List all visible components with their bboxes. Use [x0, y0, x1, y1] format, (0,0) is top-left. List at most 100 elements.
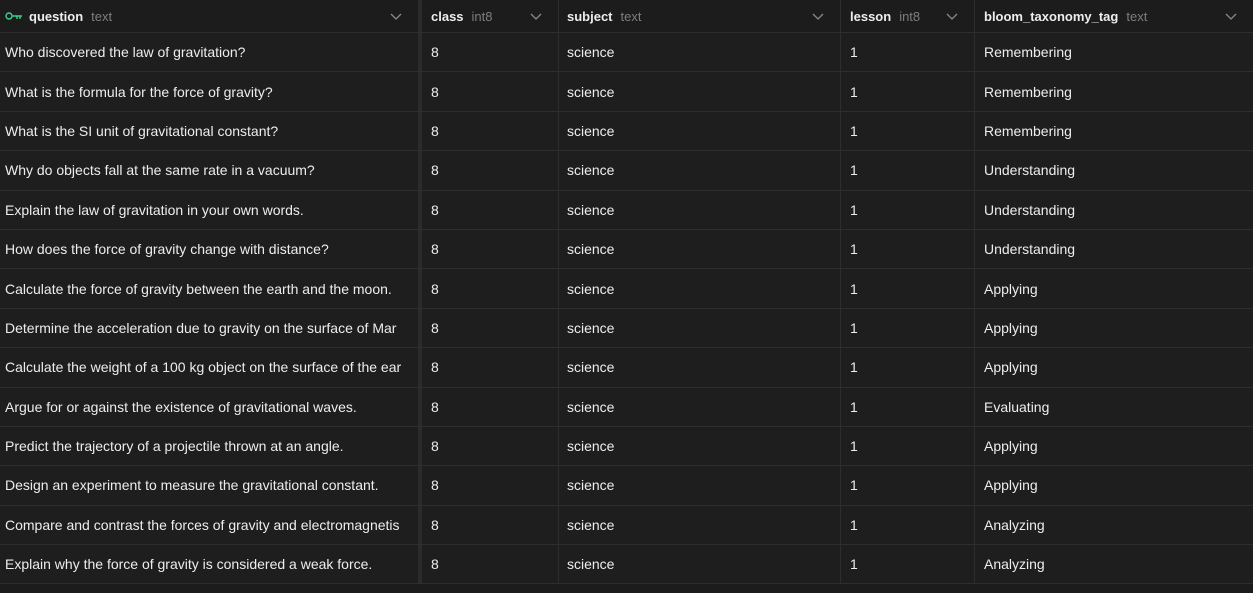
cell-question[interactable]: Explain the law of gravitation in your o… — [0, 190, 422, 229]
column-header-subject[interactable]: subject text — [559, 0, 841, 32]
table-row[interactable]: Predict the trajectory of a projectile t… — [0, 426, 1253, 467]
chevron-down-icon[interactable] — [1223, 8, 1239, 24]
table-row[interactable]: Explain why the force of gravity is cons… — [0, 545, 1253, 585]
cell-lesson[interactable]: 1 — [841, 72, 975, 111]
table-row[interactable]: Determine the acceleration due to gravit… — [0, 308, 1253, 349]
cell-lesson[interactable]: 1 — [841, 151, 975, 190]
cell-subject[interactable]: science — [559, 190, 841, 229]
cell-class[interactable]: 8 — [422, 269, 559, 308]
cell-class[interactable]: 8 — [422, 426, 559, 466]
table-body: Who discovered the law of gravitation? 8 s… — [0, 33, 1253, 585]
cell-tag[interactable]: Remembering — [975, 33, 1253, 72]
table-row[interactable]: Argue for or against the existence of gr… — [0, 387, 1253, 427]
cell-question[interactable]: Explain why the force of gravity is cons… — [0, 545, 422, 584]
cell-class[interactable]: 8 — [422, 348, 559, 387]
cell-class[interactable]: 8 — [422, 229, 559, 269]
cell-class[interactable]: 8 — [422, 387, 559, 426]
cell-lesson[interactable]: 1 — [841, 505, 975, 545]
cell-class[interactable]: 8 — [422, 545, 559, 584]
chevron-down-icon[interactable] — [388, 8, 404, 24]
cell-subject[interactable]: science — [559, 269, 841, 308]
cell-class[interactable]: 8 — [422, 308, 559, 348]
cell-lesson[interactable]: 1 — [841, 348, 975, 387]
table-row[interactable]: Calculate the weight of a 100 kg object … — [0, 348, 1253, 388]
cell-question[interactable]: Determine the acceleration due to gravit… — [0, 308, 422, 348]
cell-subject[interactable]: science — [559, 151, 841, 190]
cell-question[interactable]: Design an experiment to measure the grav… — [0, 466, 422, 505]
chevron-down-icon[interactable] — [810, 8, 826, 24]
cell-subject[interactable]: science — [559, 111, 841, 151]
cell-class[interactable]: 8 — [422, 151, 559, 190]
cell-tag[interactable]: Analyzing — [975, 505, 1253, 545]
cell-subject[interactable]: science — [559, 387, 841, 426]
cell-lesson[interactable]: 1 — [841, 111, 975, 151]
cell-question[interactable]: Compare and contrast the forces of gravi… — [0, 505, 422, 545]
cell-question[interactable]: Who discovered the law of gravitation? — [0, 33, 422, 72]
table-row[interactable]: Design an experiment to measure the grav… — [0, 466, 1253, 506]
cell-subject[interactable]: science — [559, 229, 841, 269]
cell-lesson[interactable]: 1 — [841, 190, 975, 229]
cell-lesson[interactable]: 1 — [841, 308, 975, 348]
cell-question[interactable]: Calculate the weight of a 100 kg object … — [0, 348, 422, 387]
cell-lesson[interactable]: 1 — [841, 269, 975, 308]
cell-subject[interactable]: science — [559, 308, 841, 348]
column-name: question — [29, 8, 84, 24]
cell-tag[interactable]: Understanding — [975, 151, 1253, 190]
cell-tag[interactable]: Applying — [975, 308, 1253, 348]
column-header-class[interactable]: class int8 — [422, 0, 559, 32]
cell-subject[interactable]: science — [559, 505, 841, 545]
cell-tag[interactable]: Understanding — [975, 190, 1253, 229]
table-row[interactable]: Compare and contrast the forces of gravi… — [0, 505, 1253, 546]
cell-subject[interactable]: science — [559, 466, 841, 505]
cell-lesson[interactable]: 1 — [841, 387, 975, 426]
cell-tag[interactable]: Applying — [975, 466, 1253, 505]
cell-question[interactable]: What is the SI unit of gravitational con… — [0, 111, 422, 151]
cell-lesson[interactable]: 1 — [841, 33, 975, 72]
cell-lesson[interactable]: 1 — [841, 229, 975, 269]
cell-subject[interactable]: science — [559, 348, 841, 387]
cell-class[interactable]: 8 — [422, 111, 559, 151]
cell-subject[interactable]: science — [559, 33, 841, 72]
table-row[interactable]: Calculate the force of gravity between t… — [0, 269, 1253, 309]
cell-tag[interactable]: Evaluating — [975, 387, 1253, 426]
cell-class[interactable]: 8 — [422, 72, 559, 111]
cell-class[interactable]: 8 — [422, 190, 559, 229]
cell-tag[interactable]: Analyzing — [975, 545, 1253, 584]
cell-question[interactable]: Calculate the force of gravity between t… — [0, 269, 422, 308]
table-row[interactable]: Who discovered the law of gravitation? 8 s… — [0, 33, 1253, 73]
cell-class[interactable]: 8 — [422, 505, 559, 545]
cell-class[interactable]: 8 — [422, 33, 559, 72]
cell-lesson[interactable]: 1 — [841, 545, 975, 584]
column-header-lesson[interactable]: lesson int8 — [841, 0, 975, 32]
cell-lesson[interactable]: 1 — [841, 466, 975, 505]
chevron-down-icon[interactable] — [528, 8, 544, 24]
cell-tag[interactable]: Applying — [975, 348, 1253, 387]
cell-subject[interactable]: science — [559, 426, 841, 466]
key-icon — [5, 11, 23, 21]
column-type: int8 — [471, 8, 493, 24]
table-row[interactable]: Explain the law of gravitation in your o… — [0, 190, 1253, 230]
cell-tag[interactable]: Applying — [975, 269, 1253, 308]
column-header-bloom-taxonomy-tag[interactable]: bloom_taxonomy_tag text — [975, 0, 1253, 32]
chevron-down-icon[interactable] — [944, 8, 960, 24]
table-row[interactable]: What is the formula for the force of gra… — [0, 72, 1253, 112]
column-name: subject — [567, 8, 613, 24]
cell-question[interactable]: Predict the trajectory of a projectile t… — [0, 426, 422, 466]
table-row[interactable]: How does the force of gravity change wit… — [0, 229, 1253, 270]
cell-subject[interactable]: science — [559, 545, 841, 584]
cell-class[interactable]: 8 — [422, 466, 559, 505]
cell-tag[interactable]: Applying — [975, 426, 1253, 466]
cell-subject[interactable]: science — [559, 72, 841, 111]
cell-tag[interactable]: Remembering — [975, 72, 1253, 111]
cell-question[interactable]: What is the formula for the force of gra… — [0, 72, 422, 111]
column-header-question[interactable]: question text — [0, 0, 422, 32]
column-type: text — [1126, 8, 1148, 24]
cell-tag[interactable]: Remembering — [975, 111, 1253, 151]
cell-question[interactable]: Argue for or against the existence of gr… — [0, 387, 422, 426]
table-row[interactable]: Why do objects fall at the same rate in … — [0, 151, 1253, 191]
cell-lesson[interactable]: 1 — [841, 426, 975, 466]
cell-question[interactable]: Why do objects fall at the same rate in … — [0, 151, 422, 190]
cell-tag[interactable]: Understanding — [975, 229, 1253, 269]
cell-question[interactable]: How does the force of gravity change wit… — [0, 229, 422, 269]
table-row[interactable]: What is the SI unit of gravitational con… — [0, 111, 1253, 152]
